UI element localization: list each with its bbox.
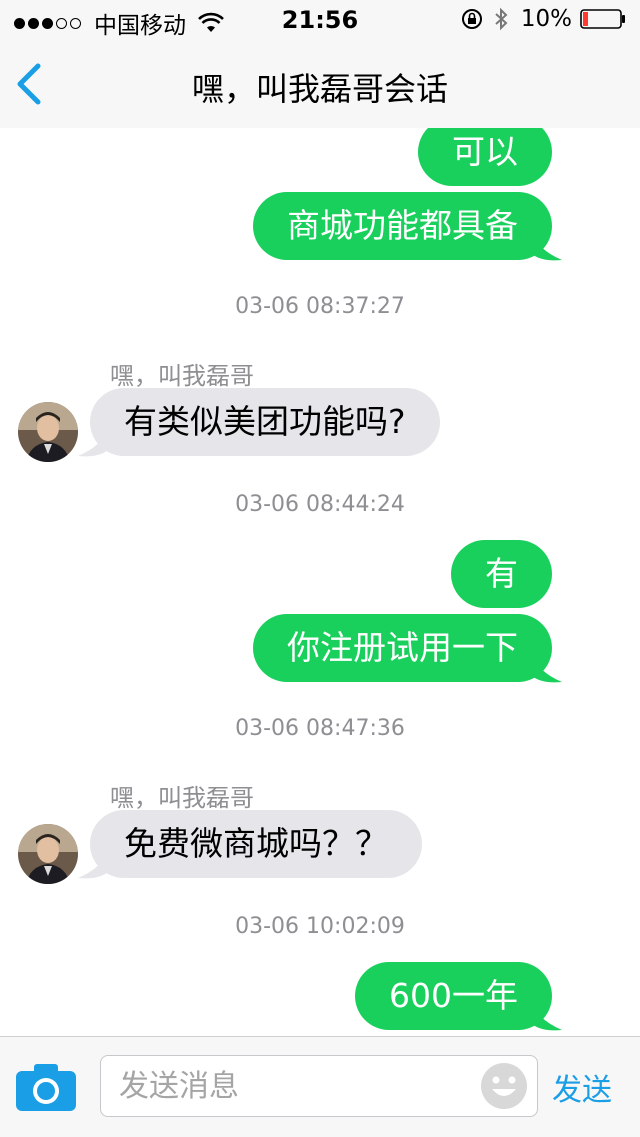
status-bar: 中国移动 21:56 10% (0, 0, 640, 40)
message-text: 有 (485, 554, 518, 593)
message-input-container (100, 1055, 538, 1117)
message-text: 可以 (452, 132, 518, 171)
message-input-bar: 发送 (0, 1036, 640, 1137)
outgoing-message-bubble[interactable]: 商城功能都具备 (253, 192, 552, 260)
status-left: 中国移动 (14, 6, 224, 40)
avatar-image (18, 402, 78, 462)
battery-icon (580, 9, 625, 29)
bubble-tail (532, 1002, 562, 1031)
avatar[interactable] (18, 824, 78, 884)
message-timestamp: 03-06 08:37:27 (235, 294, 405, 319)
outgoing-message-bubble[interactable]: 有 (451, 540, 552, 608)
outgoing-message-bubble[interactable]: 600一年 (355, 962, 552, 1030)
navigation-bar: 嘿，叫我磊哥会话 (0, 40, 640, 128)
message-text: 商城功能都具备 (287, 206, 518, 245)
message-text: 免费微商城吗？？ (124, 824, 388, 863)
page-title: 嘿，叫我磊哥会话 (191, 70, 448, 108)
status-right: 10% (461, 6, 626, 32)
signal-strength-icon (14, 17, 84, 29)
emoji-icon[interactable] (479, 1061, 529, 1111)
carrier-name: 中国移动 (94, 13, 186, 39)
bluetooth-icon (495, 7, 508, 31)
incoming-message-bubble[interactable]: 有类似美团功能吗? (90, 388, 440, 456)
message-timestamp: 03-06 10:02:09 (235, 914, 405, 939)
battery-percent: 10% (520, 6, 572, 32)
message-timestamp: 03-06 08:44:24 (235, 492, 405, 517)
wifi-icon (198, 12, 224, 32)
message-text: 600一年 (389, 976, 518, 1015)
message-timestamp: 03-06 08:47:36 (235, 716, 405, 741)
sender-name: 嘿，叫我磊哥 (110, 784, 254, 812)
incoming-message-bubble[interactable]: 免费微商城吗？？ (90, 810, 422, 878)
sender-name: 嘿，叫我磊哥 (110, 362, 254, 390)
message-text: 你注册试用一下 (287, 628, 518, 667)
message-list[interactable]: 可以 商城功能都具备 03-06 08:37:27 嘿，叫我磊哥 有类似美团功能… (0, 128, 640, 1036)
outgoing-message-bubble[interactable]: 可以 (418, 128, 552, 186)
message-input[interactable] (119, 1066, 459, 1106)
bubble-tail (532, 232, 562, 261)
send-button[interactable]: 发送 (552, 1065, 612, 1109)
rotation-lock-icon (461, 9, 482, 29)
outgoing-message-bubble[interactable]: 你注册试用一下 (253, 614, 552, 682)
avatar-image (18, 824, 78, 884)
message-text: 有类似美团功能吗? (124, 402, 406, 441)
camera-icon[interactable] (14, 1061, 78, 1113)
bubble-tail (532, 654, 562, 683)
avatar[interactable] (18, 402, 78, 462)
chevron-left-icon[interactable] (14, 62, 44, 106)
